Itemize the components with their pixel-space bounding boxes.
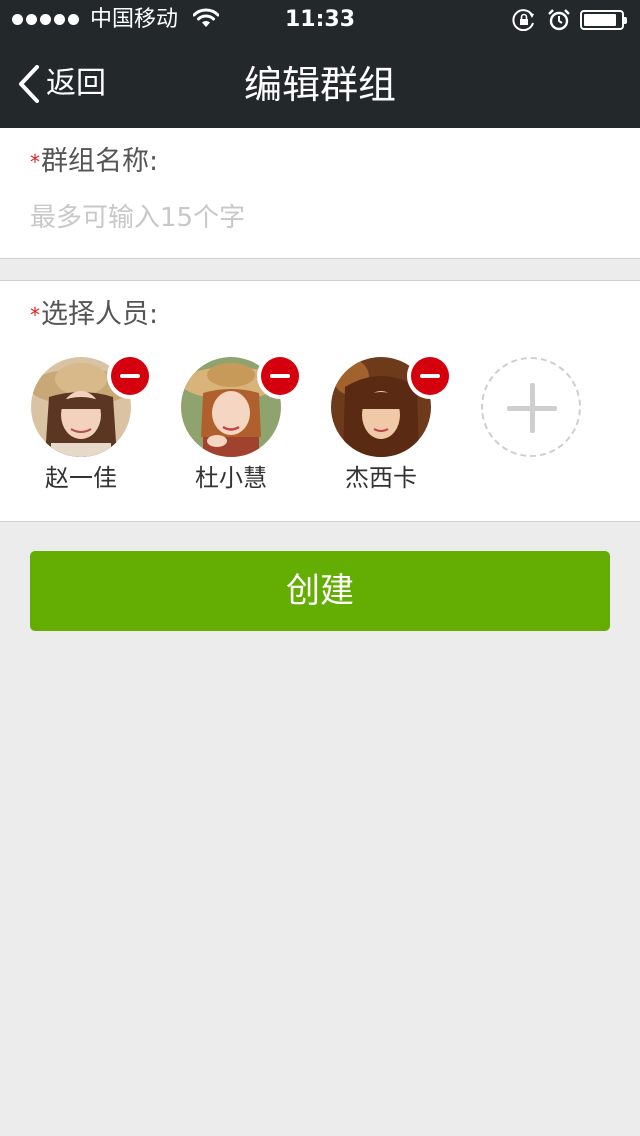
remove-member-button[interactable] [407, 353, 453, 399]
battery-level [584, 14, 616, 26]
create-button[interactable]: 创建 [30, 551, 610, 631]
status-bar: 中国移动 11:33 [0, 0, 640, 40]
member-item: 杜小慧 [181, 353, 303, 497]
battery-icon [580, 10, 627, 30]
minus-icon [411, 357, 449, 395]
group-name-input[interactable] [30, 196, 610, 240]
group-name-label: *群组名称: [30, 144, 158, 180]
members-section: *选择人员: 赵一佳 杜小慧 杰西卡 [0, 280, 640, 522]
chevron-left-icon [19, 65, 39, 103]
required-mark: * [30, 150, 40, 174]
remove-member-button[interactable] [257, 353, 303, 399]
required-mark: * [30, 303, 40, 327]
rotation-lock-icon [512, 9, 536, 35]
member-name: 杜小慧 [195, 464, 267, 492]
members-label: *选择人员: [30, 297, 158, 333]
back-button-label: 返回 [46, 66, 106, 101]
back-button[interactable]: 返回 [18, 62, 106, 106]
group-name-section: *群组名称: [0, 128, 640, 259]
member-item: 赵一佳 [31, 353, 153, 497]
members-label-text: 选择人员: [41, 299, 159, 330]
member-name: 杰西卡 [345, 464, 417, 492]
member-item: 杰西卡 [331, 353, 453, 497]
remove-member-button[interactable] [107, 353, 153, 399]
add-member-button[interactable] [481, 357, 581, 457]
minus-icon [111, 357, 149, 395]
alarm-icon [547, 8, 571, 36]
navigation-bar: 中国移动 11:33 返回 编辑群组 [0, 0, 640, 128]
member-name: 赵一佳 [45, 464, 117, 492]
group-name-label-text: 群组名称: [41, 146, 159, 177]
status-time: 11:33 [284, 7, 356, 32]
minus-icon [261, 357, 299, 395]
